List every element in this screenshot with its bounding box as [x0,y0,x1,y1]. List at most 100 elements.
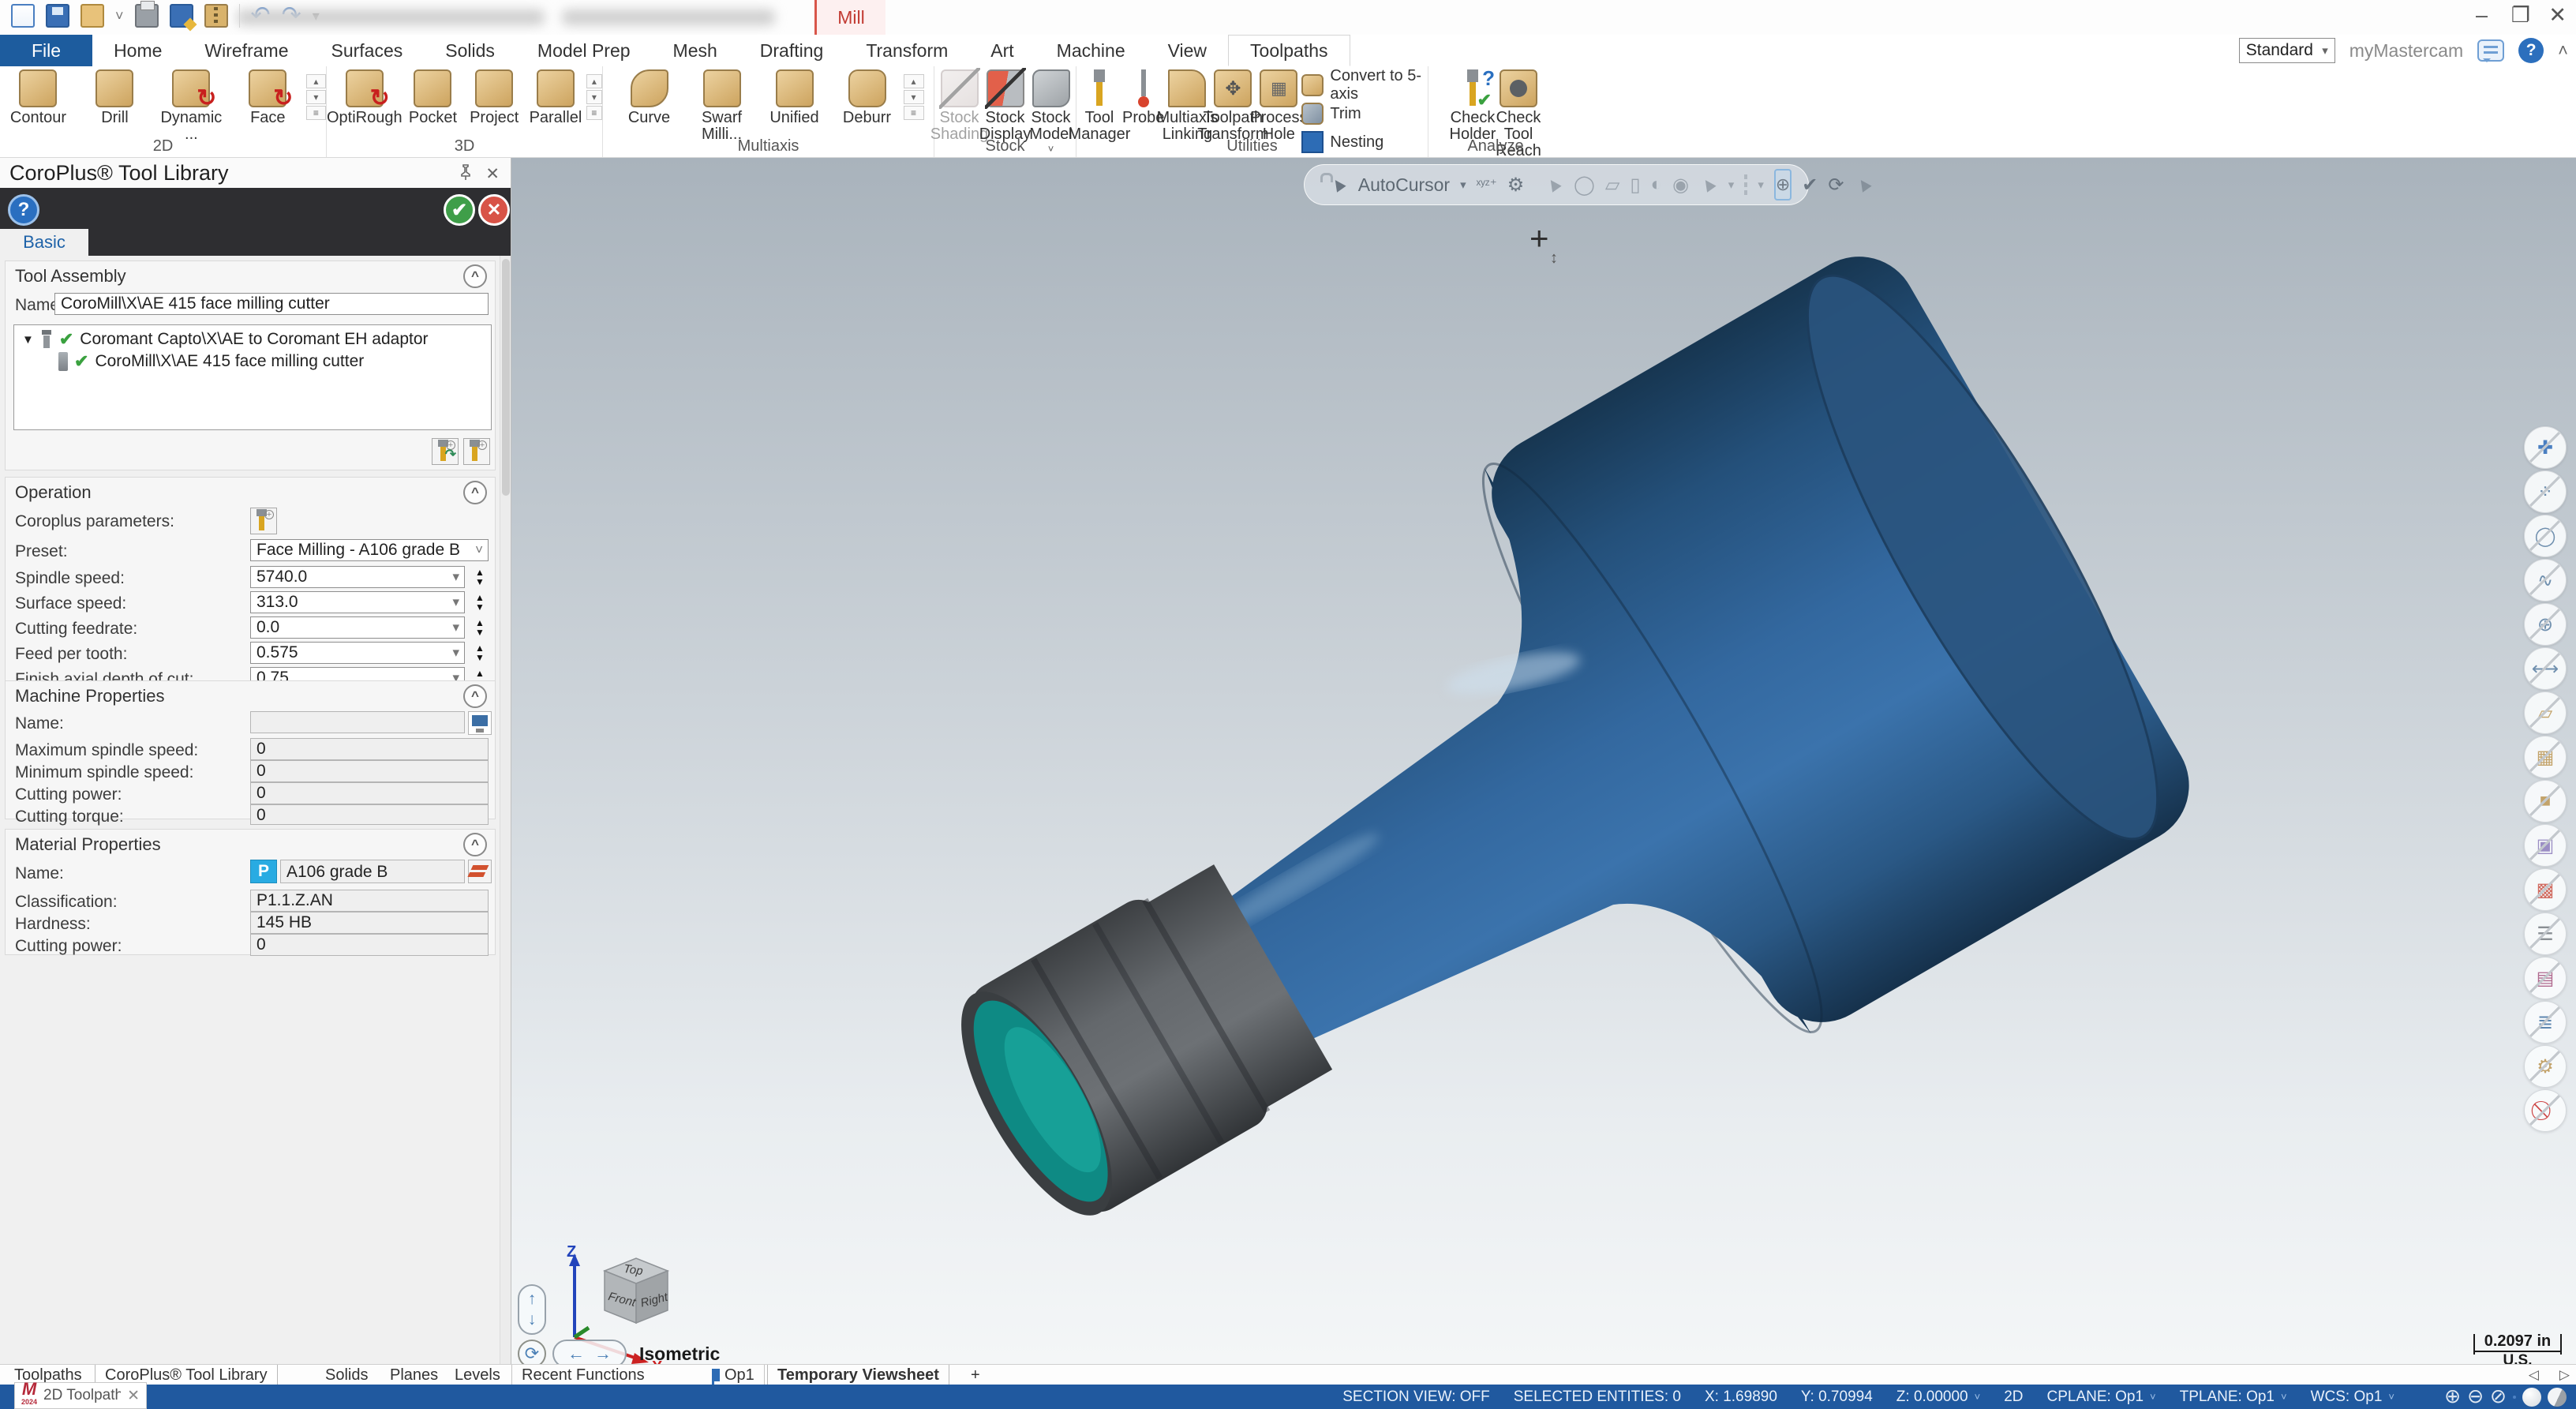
panel-tab-solids[interactable]: Solids [316,1365,377,1385]
cutting-feedrate-stepper[interactable]: ▲▼ [470,616,490,639]
shaded-edges-icon[interactable] [2522,1388,2541,1407]
wcs-caret-icon[interactable]: ˅ [2388,1391,2394,1403]
ribbon-item-tool-manager[interactable]: Tool Manager [1076,69,1122,143]
zip-to-go-icon[interactable] [204,4,228,28]
print-icon[interactable] [135,4,159,28]
wcs-selector[interactable]: WCS: Op1 [2311,1388,2383,1406]
ribbon-item-project[interactable]: Project [463,69,525,126]
translucent-shading-icon[interactable] [2548,1388,2567,1407]
quickmask-mesh-icon[interactable]: ▦ [2524,736,2567,778]
open-file-icon[interactable] [80,4,104,28]
window-select-icon[interactable] [1744,174,1747,195]
ribbon-item-toolpath-transform[interactable]: ✥ Toolpath Transform [1210,69,1256,143]
select-last-icon[interactable]: ◉ [1672,174,1689,197]
select-caret-icon[interactable]: ▾ [1728,178,1735,192]
quickmask-compare-icon[interactable]: ▣ [2524,824,2567,867]
group-scroll-3d[interactable]: ▴ ▾ ≡ [586,74,602,120]
ribbon-item-parallel[interactable]: Parallel [525,69,586,126]
panel-ok-button[interactable]: ✔ [444,194,475,226]
material-name-field[interactable]: A106 grade B [280,860,465,883]
ribbon-item-face[interactable]: Face [230,69,306,126]
autocursor-settings-icon[interactable]: ⚙ [1507,174,1525,197]
quickmask-grid-icon[interactable]: ▤ [2524,957,2567,999]
quickmask-clear-all-icon[interactable]: ⃠ [2524,1089,2567,1132]
ribbon-item-stock-display[interactable]: Stock Display [983,69,1028,143]
ribbon-item-dynamic-mill[interactable]: Dynamic ... [153,69,230,143]
quickmask-circle-icon[interactable]: ◯ [2524,515,2567,557]
close-button[interactable]: ✕ [2548,3,2567,28]
select-box-cursor-icon[interactable]: ▲ [1694,171,1723,200]
quickmask-surface-icon[interactable]: ⊕ [2524,603,2567,646]
pin-panel-icon[interactable] [459,164,473,185]
in-view-selection-icon[interactable]: ⊕ [1774,169,1792,200]
cplane-selector[interactable]: CPLANE: Op1 [2047,1388,2144,1406]
rotate-view-icon[interactable]: ⟳ [1828,174,1844,197]
scroll-down-icon[interactable]: ▾ [586,90,602,104]
add-viewsheet-button[interactable]: + [961,1365,990,1385]
ribbon-item-drill[interactable]: Drill [77,69,153,126]
ribbon-item-trim[interactable]: Trim [1301,99,1428,128]
panel-tab-recent-functions[interactable]: Recent Functions [511,1365,654,1385]
tree-row-cutter[interactable]: ✔ CoroMill\X\AE 415 face milling cutter [58,350,364,373]
material-library-icon[interactable] [468,860,492,883]
group-scroll-multiaxis[interactable]: ▴ ▾ ≡ [904,74,924,120]
mill-context-tab[interactable]: Mill [814,0,886,35]
cutting-feedrate-input[interactable]: 0.0 ▾ [250,616,465,639]
tree-expand-icon[interactable]: ▼ [22,333,34,347]
tab-view[interactable]: View [1147,35,1228,66]
quickmask-result-icon[interactable]: ▩ [2524,868,2567,911]
mode-2d3d-toggle[interactable]: 2D [2004,1388,2023,1406]
tab-file[interactable]: File [0,35,92,66]
tree-row-adaptor[interactable]: ▼ ✔ Coromant Capto\X\AE to Coromant EH a… [22,328,429,350]
feed-per-tooth-stepper[interactable]: ▲▼ [470,642,490,664]
scroll-down-icon[interactable]: ▾ [306,90,326,104]
tool-assembly-model[interactable] [511,158,2576,1364]
pan-left-right-control[interactable]: ←→ [552,1340,627,1364]
quickmask-plane-icon[interactable]: ▱ [2524,691,2567,734]
machine-name-input[interactable] [250,711,465,733]
group-scroll-2d[interactable]: ▴ ▾ ≡ [306,74,326,120]
tab-home[interactable]: Home [92,35,183,66]
tab-machine[interactable]: Machine [1035,35,1147,66]
ribbon-item-deburr[interactable]: Deburr [831,69,904,126]
assembly-tree[interactable]: ▼ ✔ Coromant Capto\X\AE to Coromant EH a… [13,324,492,430]
quickmask-settings-icon[interactable]: ⚙ [2524,1045,2567,1088]
surface-speed-input[interactable]: 313.0 ▾ [250,591,465,613]
tab-transform[interactable]: Transform [844,35,969,66]
new-assembly-button[interactable]: +↷ [432,438,459,465]
ribbon-item-process-hole[interactable]: ▦ Process Hole [1256,69,1301,143]
viewsheet-tab-temporary[interactable]: Temporary Viewsheet [767,1365,949,1385]
save-as-icon[interactable] [170,4,193,28]
collapse-ribbon-icon[interactable]: ˄ [2558,40,2568,61]
workspace-select[interactable]: Standard ▾ [2239,38,2335,63]
quickmask-spline-icon[interactable]: ∿ [2524,559,2567,601]
scroll-up-icon[interactable]: ▴ [904,74,924,88]
tab-solids[interactable]: Solids [424,35,516,66]
tplane-selector[interactable]: TPLANE: Op1 [2180,1388,2275,1406]
ribbon-item-optirough[interactable]: OptiRough [327,69,402,126]
select-solid-icon[interactable]: ▯ [1630,174,1640,197]
section-view-status[interactable]: SECTION VIEW: OFF [1342,1388,1490,1406]
ribbon-item-check-holder[interactable]: ?✔ Check Holder [1450,69,1496,143]
wireframe-shading-icon[interactable]: ⊕ [2444,1387,2461,1407]
next-viewsheet-icon[interactable]: ▷ [2559,1367,2570,1383]
machine-select-icon[interactable] [468,711,492,735]
tab-mesh[interactable]: Mesh [652,35,739,66]
collapse-section-icon[interactable]: ^ [463,833,487,856]
quickmask-list-icon[interactable]: ☰ [2524,912,2567,955]
quickmask-crosshair-icon[interactable]: ✚ [2524,426,2567,469]
select-cursor-icon[interactable]: ▲ [1540,171,1568,200]
panel-cancel-button[interactable]: ✕ [478,194,510,226]
ribbon-item-curve[interactable]: Curve [613,69,686,126]
viewsheet-tab-op1[interactable]: Op1 [702,1365,765,1385]
scroll-up-icon[interactable]: ▴ [306,74,326,88]
panel-scrollbar[interactable] [500,256,511,1364]
tplane-caret-icon[interactable]: ˅ [2281,1391,2287,1403]
autocursor-caret-icon[interactable]: ▾ [1460,178,1466,192]
tab-drafting[interactable]: Drafting [739,35,845,66]
selection-bar[interactable]: ▲ AutoCursor ▾ ˣʸᶻ⁺ ⚙ ▲ ◯ ▱ ▯ ◐ ◉ ▲ ▾ ▾ … [1304,164,1809,205]
minimized-window-chip[interactable]: M2024 2D Toolpaths ... ✕ [14,1382,147,1409]
save-icon[interactable] [46,4,69,28]
gallery-expand-icon[interactable]: ≡ [306,106,326,120]
quickmask-levels-icon[interactable]: ≣ [2524,1001,2567,1044]
